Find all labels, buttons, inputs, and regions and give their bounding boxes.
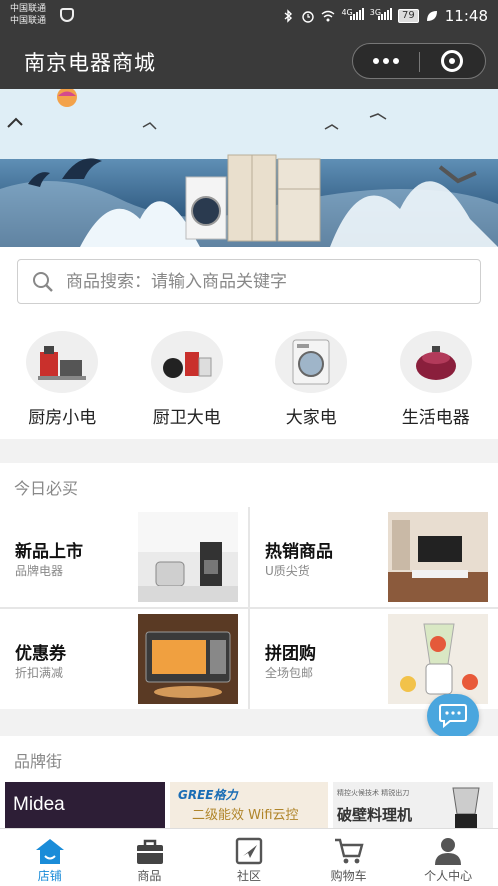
bag-icon	[136, 839, 163, 864]
nav-bar: 南京电器商城	[0, 33, 498, 89]
leaf-icon	[426, 11, 437, 21]
carrier-1: 中国联通	[10, 4, 47, 14]
today-grid: 新品上市 品牌电器 热销商品 U质尖货 优惠券 折扣满减 拼团购 全场包邮	[0, 507, 498, 709]
search-box[interactable]	[17, 259, 481, 304]
status-bar: 中国联通 中国联通 4G 3G 79 11:48	[0, 0, 498, 33]
category-living-appliance[interactable]: 生活电器	[374, 321, 498, 439]
blender-tagline: 破壁料理机	[337, 806, 413, 824]
signal-icon	[378, 8, 393, 20]
category-kitchen-bath[interactable]: 厨卫大电	[125, 321, 250, 439]
gree-tagline: 二级能效 Wifi云控	[192, 808, 299, 823]
brand-card-gree[interactable]: GREE格力 二级能效 Wifi云控	[170, 782, 328, 828]
clock: 11:48	[444, 7, 488, 25]
usb-icon	[60, 8, 74, 22]
tab-label: 社区	[236, 869, 261, 883]
blender-image	[452, 787, 480, 828]
tab-label: 商品	[137, 869, 162, 883]
washing-machine-icon	[275, 331, 347, 393]
tile-coupons[interactable]: 优惠券 折扣满减	[0, 609, 248, 709]
category-label: 大家电	[285, 408, 337, 428]
tile-title: 热销商品	[265, 542, 333, 562]
hot-sales-image	[388, 512, 488, 602]
tile-hot-sales[interactable]: 热销商品 U质尖货	[250, 507, 498, 607]
more-button[interactable]	[353, 44, 419, 78]
section-title: 品牌街	[14, 752, 63, 771]
kitchen-bath-appliance-icon	[150, 331, 223, 393]
customer-service-button[interactable]	[427, 694, 479, 738]
page-title: 南京电器商城	[24, 51, 156, 75]
promo-banner[interactable]	[0, 89, 498, 247]
tab-label: 店铺	[37, 869, 62, 883]
coupons-image	[138, 614, 238, 704]
mini-program-capsule	[352, 43, 486, 79]
more-dots-icon	[373, 58, 379, 64]
alarm-icon	[302, 11, 315, 23]
category-label: 厨卫大电	[152, 408, 221, 428]
wifi-icon	[321, 10, 335, 22]
group-buy-image	[388, 614, 488, 704]
chat-bubble-icon	[439, 704, 467, 729]
target-circle-icon	[441, 50, 463, 72]
tab-cart[interactable]: 购物车	[299, 829, 399, 886]
battery-indicator: 79	[398, 9, 419, 23]
midea-logo: Midea	[13, 794, 65, 815]
signal-icon	[349, 8, 364, 20]
brand-card-midea[interactable]: Midea	[5, 782, 165, 828]
tab-label: 个人中心	[424, 869, 473, 883]
tile-subtitle: 品牌电器	[15, 564, 64, 578]
community-icon	[235, 837, 263, 865]
user-icon	[435, 838, 462, 865]
blender-tagline-small: 精控火候技术 精锐出刀	[337, 789, 410, 797]
category-label: 厨房小电	[28, 408, 97, 428]
gree-logo: GREE格力	[178, 788, 238, 802]
tile-subtitle: U质尖货	[265, 564, 310, 578]
tile-title: 新品上市	[15, 542, 83, 562]
category-large-appliance[interactable]: 大家电	[249, 321, 374, 439]
tile-subtitle: 折扣满减	[15, 666, 64, 680]
carrier-info: 中国联通 中国联通	[10, 3, 46, 27]
tab-store[interactable]: 店铺	[0, 829, 100, 886]
store-icon	[36, 839, 64, 864]
category-label: 生活电器	[401, 408, 470, 428]
category-row: 厨房小电 厨卫大电 大家电 生活电器	[0, 321, 498, 439]
brand-section-header: 品牌街	[0, 736, 498, 780]
kitchen-appliance-icon	[26, 331, 98, 393]
brand-carousel: Midea GREE格力 二级能效 Wifi云控 精控火候技术 精锐出刀 破壁料…	[0, 780, 498, 828]
close-miniprogram-button[interactable]	[419, 44, 485, 78]
today-section-header: 今日必买	[0, 463, 498, 507]
bluetooth-icon	[284, 9, 293, 23]
banner-image	[0, 89, 498, 247]
bottom-tab-bar: 店铺 商品 社区 购物车 个人中心	[0, 828, 498, 886]
brand-card-blender[interactable]: 精控火候技术 精锐出刀 破壁料理机	[333, 782, 493, 828]
tab-profile[interactable]: 个人中心	[398, 829, 498, 886]
tile-subtitle: 全场包邮	[265, 666, 314, 680]
tab-products[interactable]: 商品	[100, 829, 200, 886]
new-arrivals-image	[138, 512, 238, 602]
cart-icon	[334, 838, 364, 864]
search-icon	[33, 272, 53, 292]
carrier-2: 中国联通	[10, 16, 47, 26]
tile-title: 拼团购	[265, 644, 316, 664]
home-appliance-icon	[399, 331, 472, 393]
category-kitchen-small[interactable]: 厨房小电	[0, 321, 125, 439]
search-section	[0, 247, 498, 321]
section-title: 今日必买	[14, 479, 79, 498]
tile-new-arrivals[interactable]: 新品上市 品牌电器	[0, 507, 248, 607]
tab-label: 购物车	[330, 869, 367, 883]
tile-title: 优惠券	[15, 644, 66, 664]
search-input[interactable]	[66, 260, 466, 303]
tab-community[interactable]: 社区	[199, 829, 299, 886]
